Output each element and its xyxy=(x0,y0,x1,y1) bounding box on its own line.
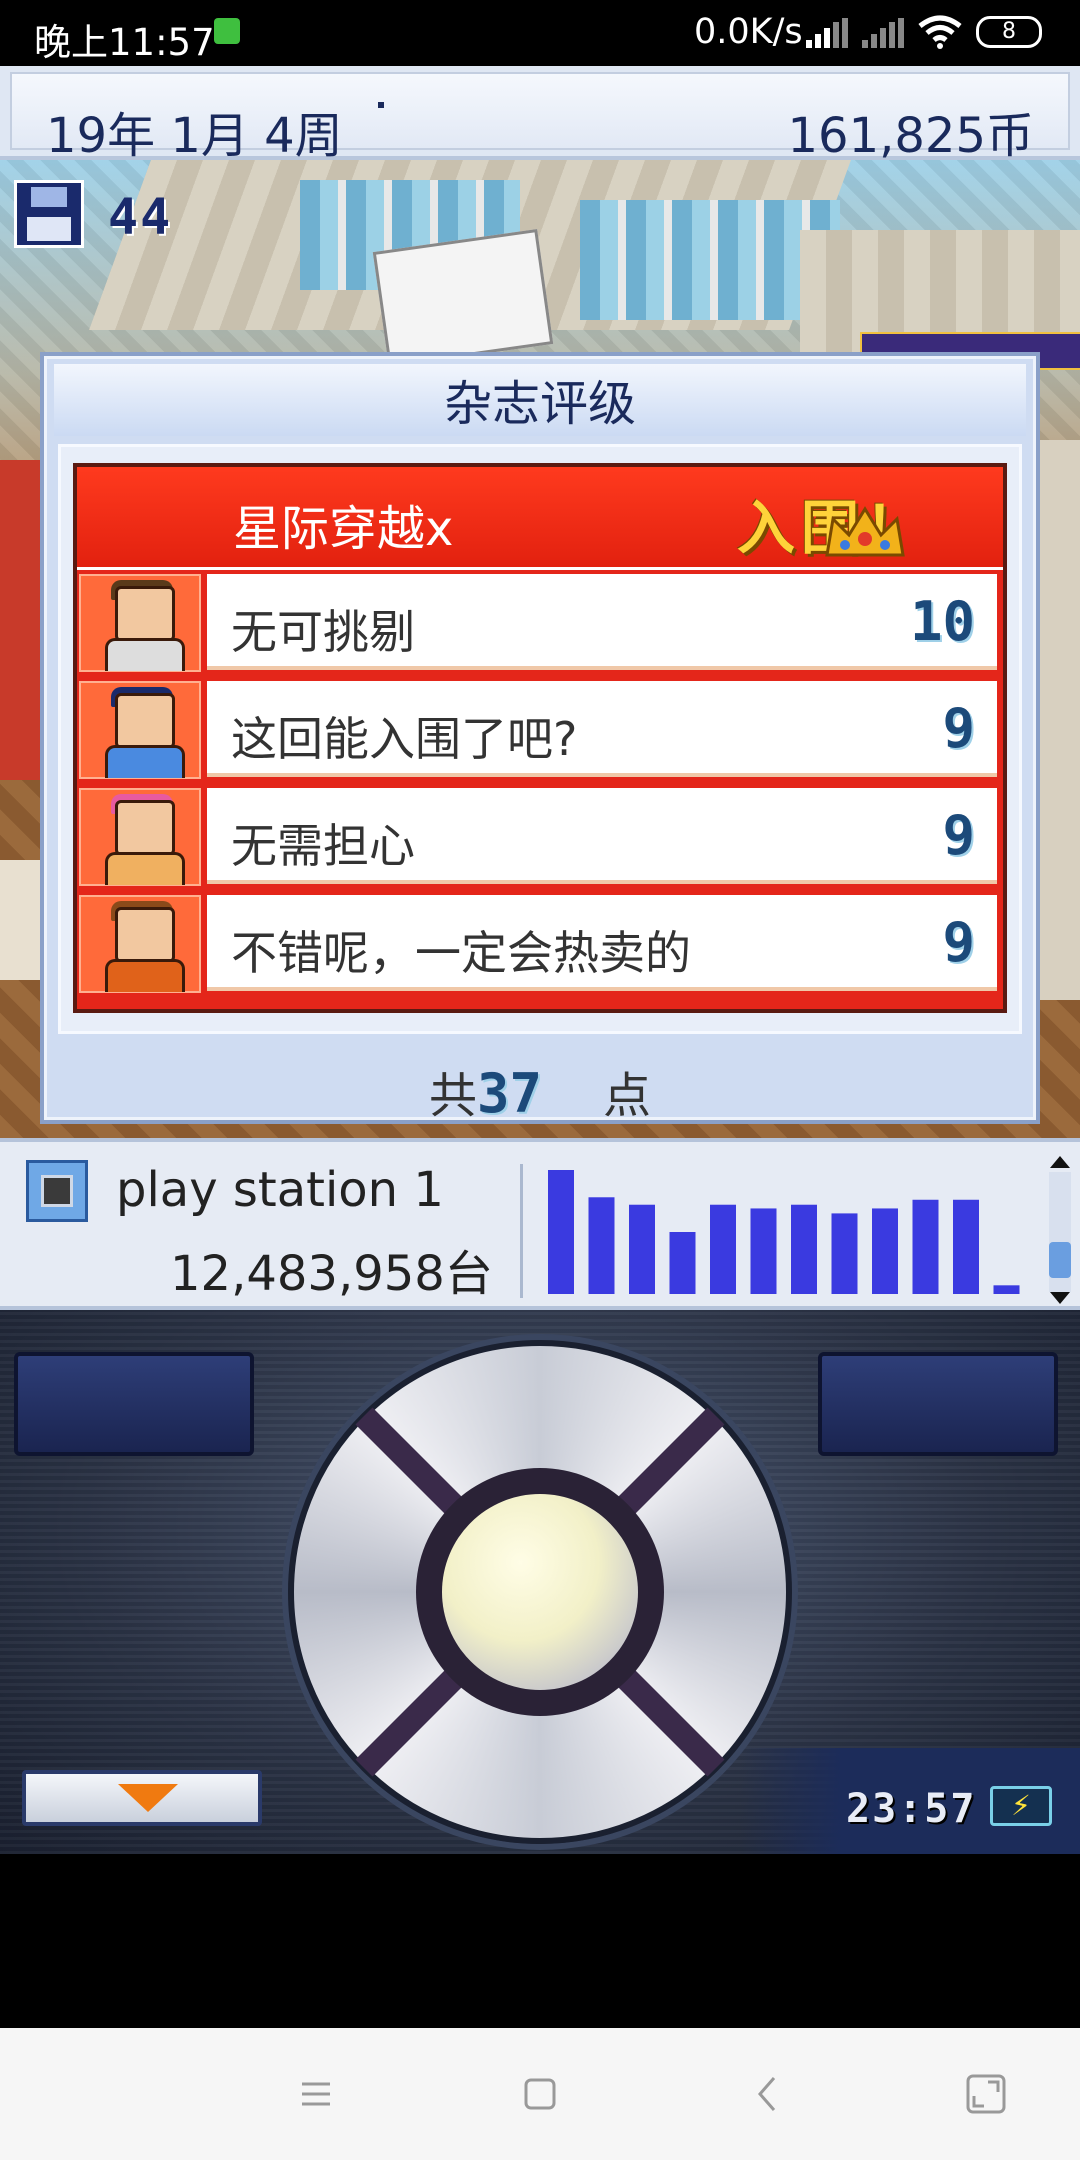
home-icon[interactable] xyxy=(510,2064,570,2124)
magazine-rating-dialog[interactable]: 杂志评级 星际穿越x 入围！ 无可挑剔 10 这 xyxy=(40,352,1040,1126)
reviewer-avatar xyxy=(79,574,201,672)
review-card: 这回能入围了吧? 9 xyxy=(207,681,997,777)
sales-bar xyxy=(831,1213,858,1294)
sales-bar xyxy=(710,1204,736,1294)
console-sales: 12,483,958台 xyxy=(170,1246,493,1302)
review-card: 无可挑剔 10 xyxy=(207,574,997,670)
review-score: 9 xyxy=(942,911,975,974)
game-name: 星际穿越x xyxy=(233,501,454,557)
review-row: 这回能入围了吧? 9 xyxy=(77,677,1003,781)
console-icon xyxy=(26,1160,88,1222)
total-prefix: 共 xyxy=(428,1068,477,1124)
battery-charging-icon: ⚡ xyxy=(990,1786,1052,1826)
sales-bar xyxy=(750,1208,777,1294)
review-card: 不错呢，一定会热卖的 9 xyxy=(207,895,997,991)
game-clock: 23:57 xyxy=(846,1786,977,1832)
info-bar-inner: 19年 1月 4周 161,825币 xyxy=(10,72,1070,164)
total-value: 37 xyxy=(476,1062,542,1125)
network-speed: 0.0K/s xyxy=(694,12,803,52)
shelf xyxy=(0,460,40,780)
review-comment: 这回能入围了吧? xyxy=(231,712,578,766)
collapse-menu-button[interactable] xyxy=(22,1770,262,1826)
reviewer-avatar xyxy=(79,788,201,886)
menu-icon[interactable] xyxy=(286,2064,346,2124)
save-disk-icon[interactable] xyxy=(14,180,84,248)
virtual-controller: 23:57 ⚡ xyxy=(0,1310,1080,1854)
system-nav-bar xyxy=(0,2028,1080,2160)
review-score: 10 xyxy=(909,590,975,653)
back-icon[interactable] xyxy=(738,2064,798,2124)
sales-bar xyxy=(791,1204,817,1294)
scroll-up-arrow-icon[interactable] xyxy=(1050,1156,1070,1168)
sales-bar xyxy=(669,1232,696,1294)
sales-history-chart xyxy=(548,1170,1020,1294)
total-score: 共37 点 xyxy=(44,1056,1036,1126)
date-dot xyxy=(378,102,384,108)
review-comment: 无需担心 xyxy=(231,819,415,873)
left-shoulder-button[interactable] xyxy=(14,1352,254,1456)
sales-bar xyxy=(993,1285,1020,1294)
review-row: 不错呢，一定会热卖的 9 xyxy=(77,891,1003,995)
review-comment: 不错呢，一定会热卖的 xyxy=(231,926,691,980)
battery-icon: 8 xyxy=(976,16,1042,48)
sales-bar xyxy=(588,1197,615,1294)
sales-bar xyxy=(912,1199,939,1294)
console-sales-bar[interactable]: play station 1 12,483,958台 xyxy=(0,1138,1080,1310)
right-shoulder-button[interactable] xyxy=(818,1352,1058,1456)
android-notification-icon xyxy=(214,18,240,44)
scrollbar-thumb[interactable] xyxy=(1049,1242,1071,1278)
signal-icon xyxy=(806,18,848,48)
sales-bar xyxy=(953,1199,979,1294)
sales-bar xyxy=(872,1208,898,1294)
review-score: 9 xyxy=(942,804,975,867)
console-name: play station 1 xyxy=(116,1162,444,1218)
signal-icon-2 xyxy=(862,18,904,48)
review-card: 无需担心 9 xyxy=(207,788,997,884)
desk xyxy=(0,860,40,980)
divider xyxy=(520,1164,523,1298)
info-bar: 19年 1月 4周 161,825币 xyxy=(0,66,1080,164)
reviewer-avatar xyxy=(79,681,201,779)
review-score: 9 xyxy=(942,697,975,760)
expand-icon[interactable] xyxy=(956,2064,1016,2124)
status-bar: 晚上11:57 0.0K/s 8 xyxy=(0,0,1080,66)
sales-bar xyxy=(548,1170,574,1294)
clock-text: 晚上11:57 xyxy=(34,21,215,64)
scroll-down-arrow-icon[interactable] xyxy=(1050,1292,1070,1304)
review-comment: 无可挑剔 xyxy=(231,605,415,659)
reviewer-avatar xyxy=(79,895,201,993)
dpad[interactable] xyxy=(288,1340,792,1844)
review-row: 无需担心 9 xyxy=(77,784,1003,888)
save-count: 44 xyxy=(108,188,173,246)
sales-bar xyxy=(629,1204,655,1294)
center-action-button[interactable] xyxy=(442,1494,638,1690)
down-arrow-icon xyxy=(118,1784,178,1812)
total-suffix: 点 xyxy=(603,1068,652,1124)
dialog-body: 星际穿越x 入围！ 无可挑剔 10 这回能入围了吧? 9 xyxy=(58,444,1022,1034)
review-row: 无可挑剔 10 xyxy=(77,570,1003,674)
dialog-title: 杂志评级 xyxy=(54,364,1026,436)
crown-icon xyxy=(825,506,905,557)
whiteboard xyxy=(372,229,554,367)
side-furniture xyxy=(1040,440,1080,1000)
money-display: 161,825币 xyxy=(787,108,1035,164)
wifi-icon xyxy=(918,15,962,49)
game-date: 19年 1月 4周 xyxy=(46,108,343,164)
